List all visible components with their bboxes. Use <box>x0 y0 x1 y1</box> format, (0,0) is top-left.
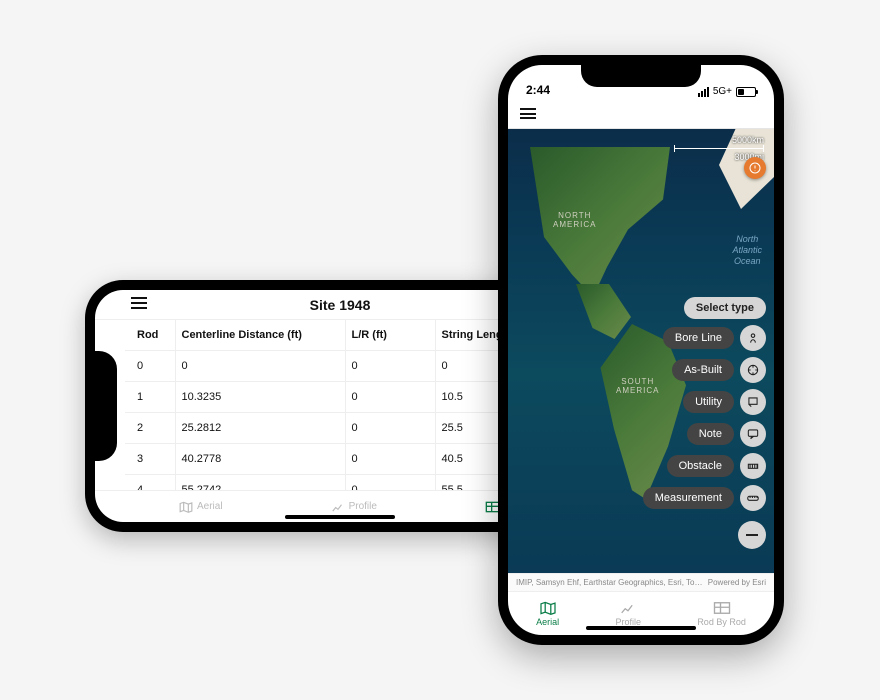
page-title: Site 1948 <box>310 297 371 313</box>
col-rod: Rod <box>125 320 175 351</box>
tab-aerial[interactable]: Aerial <box>179 501 223 513</box>
obstacle-icon[interactable] <box>740 453 766 479</box>
utility-icon[interactable] <box>740 389 766 415</box>
as-built-button[interactable]: As-Built <box>672 359 734 381</box>
status-time: 2:44 <box>526 83 550 97</box>
menu-icon[interactable] <box>131 297 147 309</box>
chart-icon <box>619 601 637 615</box>
table-icon <box>713 601 731 615</box>
notch <box>581 65 701 87</box>
tab-rod-by-rod[interactable]: Rod By Rod <box>697 601 746 627</box>
signal-icon <box>698 87 709 97</box>
map-landmass <box>576 284 631 339</box>
tab-profile[interactable]: Profile <box>331 501 377 513</box>
col-centerline: Centerline Distance (ft) <box>175 320 345 351</box>
measurement-button[interactable]: Measurement <box>643 487 734 509</box>
col-lr: L/R (ft) <box>345 320 435 351</box>
tab-aerial[interactable]: Aerial <box>536 601 559 627</box>
obstacle-button[interactable]: Obstacle <box>667 455 734 477</box>
minus-icon <box>746 534 758 536</box>
alert-badge-icon[interactable] <box>744 157 766 179</box>
collapse-menu-button[interactable] <box>738 521 766 549</box>
phone-portrait-frame: 2:44 5G+ NORTHAMERICA SOUTHAMERICA North… <box>498 55 784 645</box>
top-bar <box>508 99 774 129</box>
map-icon <box>539 601 557 615</box>
map-icon <box>179 501 193 513</box>
battery-icon <box>736 87 756 97</box>
measurement-icon[interactable] <box>740 485 766 511</box>
note-button[interactable]: Note <box>687 423 734 445</box>
bore-line-button[interactable]: Bore Line <box>663 327 734 349</box>
menu-icon[interactable] <box>520 108 536 119</box>
utility-button[interactable]: Utility <box>683 391 734 413</box>
chart-icon <box>331 501 345 513</box>
notch <box>95 351 117 461</box>
tab-profile[interactable]: Profile <box>615 601 641 627</box>
bore-line-icon[interactable] <box>740 325 766 351</box>
map-landmass <box>530 147 670 297</box>
home-indicator[interactable] <box>586 626 696 630</box>
map-attribution: IMIP, Samsyn Ehf, Earthstar Geographics,… <box>508 573 774 591</box>
map-view[interactable]: NORTHAMERICA SOUTHAMERICA NorthAtlanticO… <box>508 129 774 573</box>
home-indicator[interactable] <box>285 515 395 519</box>
network-label: 5G+ <box>713 86 732 97</box>
label-atlantic: NorthAtlanticOcean <box>732 234 762 266</box>
select-type-button[interactable]: Select type <box>684 297 766 319</box>
as-built-icon[interactable] <box>740 357 766 383</box>
label-north-america: NORTHAMERICA <box>553 211 596 229</box>
type-menu: Select type Bore Line As-Built Utility <box>643 297 766 549</box>
note-icon[interactable] <box>740 421 766 447</box>
